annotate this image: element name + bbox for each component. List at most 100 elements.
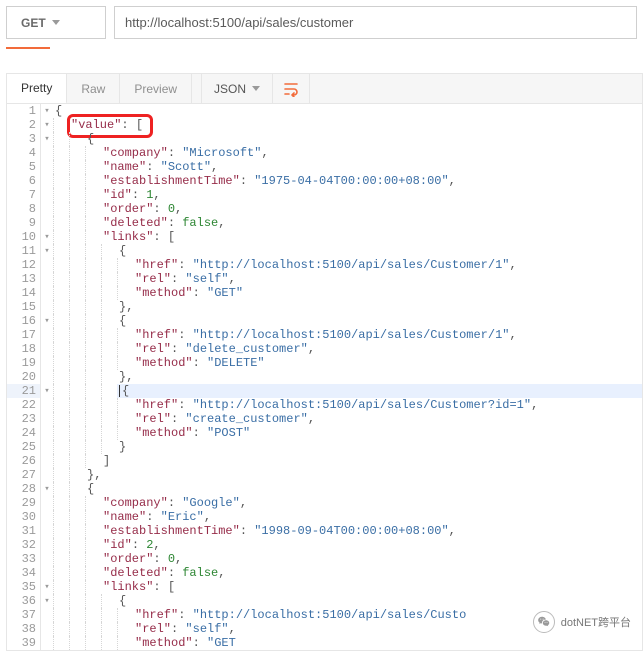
line-number: 6	[7, 174, 41, 188]
body-format-select[interactable]: JSON	[202, 74, 273, 103]
line-number: 29	[7, 496, 41, 510]
code-line[interactable]: 25}	[7, 440, 642, 454]
wrap-lines-button[interactable]	[273, 74, 310, 103]
fold-toggle-icon[interactable]: ▾	[41, 384, 53, 398]
code-line[interactable]: 39"method": "GET	[7, 636, 642, 650]
code-line[interactable]: 38"rel": "self",	[7, 622, 642, 636]
code-line[interactable]: 3▾{	[7, 132, 642, 146]
fold-toggle-icon[interactable]: ▾	[41, 230, 53, 244]
code-line[interactable]: 7"id": 1,	[7, 188, 642, 202]
fold-toggle-icon	[41, 510, 53, 524]
code-line[interactable]: 36▾{	[7, 594, 642, 608]
indent-guides	[53, 552, 101, 566]
tab-preview[interactable]: Preview	[120, 74, 192, 103]
code-line[interactable]: 30"name": "Eric",	[7, 510, 642, 524]
code-line[interactable]: 2▾"value": [	[7, 118, 642, 132]
fold-toggle-icon	[41, 426, 53, 440]
code-line[interactable]: 28▾{	[7, 482, 642, 496]
code-line[interactable]: 17"href": "http://localhost:5100/api/sal…	[7, 328, 642, 342]
fold-toggle-icon[interactable]: ▾	[41, 118, 53, 132]
fold-toggle-icon	[41, 622, 53, 636]
http-method-select[interactable]: GET	[6, 6, 106, 39]
fold-toggle-icon[interactable]: ▾	[41, 104, 53, 118]
line-number: 9	[7, 216, 41, 230]
indent-guides	[53, 384, 117, 398]
indent-guides	[53, 300, 117, 314]
code-content: }	[117, 440, 642, 454]
line-number: 32	[7, 538, 41, 552]
indent-guides	[53, 608, 133, 622]
fold-toggle-icon	[41, 342, 53, 356]
active-tab-indicator	[6, 47, 50, 49]
code-line[interactable]: 16▾{	[7, 314, 642, 328]
code-content: "order": 0,	[101, 552, 642, 566]
fold-toggle-icon	[41, 524, 53, 538]
line-number: 1	[7, 104, 41, 118]
response-body-editor[interactable]: 1▾{2▾"value": [3▾{4"company": "Microsoft…	[6, 103, 643, 651]
fold-toggle-icon	[41, 468, 53, 482]
code-line[interactable]: 27},	[7, 468, 642, 482]
indent-guides	[53, 510, 101, 524]
indent-guides	[53, 230, 101, 244]
code-line[interactable]: 11▾{	[7, 244, 642, 258]
code-line[interactable]: 4"company": "Microsoft",	[7, 146, 642, 160]
code-line[interactable]: 18"rel": "delete_customer",	[7, 342, 642, 356]
fold-toggle-icon[interactable]: ▾	[41, 132, 53, 146]
line-number: 15	[7, 300, 41, 314]
code-line[interactable]: 37"href": "http://localhost:5100/api/sal…	[7, 608, 642, 622]
line-number: 24	[7, 426, 41, 440]
code-line[interactable]: 19"method": "DELETE"	[7, 356, 642, 370]
line-number: 10	[7, 230, 41, 244]
line-number: 35	[7, 580, 41, 594]
code-content: "name": "Eric",	[101, 510, 642, 524]
code-line[interactable]: 29"company": "Google",	[7, 496, 642, 510]
code-line[interactable]: 5"name": "Scott",	[7, 160, 642, 174]
fold-toggle-icon	[41, 608, 53, 622]
indent-guides	[53, 342, 133, 356]
code-line[interactable]: 31"establishmentTime": "1998-09-04T00:00…	[7, 524, 642, 538]
code-line[interactable]: 14"method": "GET"	[7, 286, 642, 300]
code-line[interactable]: 9"deleted": false,	[7, 216, 642, 230]
indent-guides	[53, 174, 101, 188]
code-line[interactable]: 15},	[7, 300, 642, 314]
indent-guides	[53, 370, 117, 384]
fold-toggle-icon[interactable]: ▾	[41, 314, 53, 328]
fold-toggle-icon	[41, 496, 53, 510]
code-line[interactable]: 21▾{	[7, 384, 642, 398]
fold-toggle-icon	[41, 272, 53, 286]
tab-pretty[interactable]: Pretty	[7, 74, 67, 104]
code-line[interactable]: 12"href": "http://localhost:5100/api/sal…	[7, 258, 642, 272]
line-number: 3	[7, 132, 41, 146]
fold-toggle-icon[interactable]: ▾	[41, 482, 53, 496]
code-line[interactable]: 22"href": "http://localhost:5100/api/sal…	[7, 398, 642, 412]
code-content: "rel": "delete_customer",	[133, 342, 642, 356]
fold-toggle-icon[interactable]: ▾	[41, 244, 53, 258]
code-line[interactable]: 33"order": 0,	[7, 552, 642, 566]
code-line[interactable]: 6"establishmentTime": "1975-04-04T00:00:…	[7, 174, 642, 188]
code-line[interactable]: 10▾"links": [	[7, 230, 642, 244]
indent-guides	[53, 146, 101, 160]
code-line[interactable]: 34"deleted": false,	[7, 566, 642, 580]
code-line[interactable]: 32"id": 2,	[7, 538, 642, 552]
tab-raw[interactable]: Raw	[67, 74, 120, 103]
code-content: "company": "Microsoft",	[101, 146, 642, 160]
fold-toggle-icon[interactable]: ▾	[41, 580, 53, 594]
code-line[interactable]: 26]	[7, 454, 642, 468]
fold-toggle-icon[interactable]: ▾	[41, 594, 53, 608]
url-input[interactable]	[114, 6, 637, 39]
code-line[interactable]: 1▾{	[7, 104, 642, 118]
code-line[interactable]: 35▾"links": [	[7, 580, 642, 594]
code-content: "value": [	[69, 118, 642, 132]
code-content: "rel": "self",	[133, 272, 642, 286]
code-content: },	[85, 468, 642, 482]
indent-guides	[53, 622, 133, 636]
code-line[interactable]: 13"rel": "self",	[7, 272, 642, 286]
code-content: ]	[101, 454, 642, 468]
code-line[interactable]: 23"rel": "create_customer",	[7, 412, 642, 426]
indent-guides	[53, 426, 133, 440]
code-line[interactable]: 20},	[7, 370, 642, 384]
code-line[interactable]: 24"method": "POST"	[7, 426, 642, 440]
text-cursor	[119, 385, 120, 397]
code-line[interactable]: 8"order": 0,	[7, 202, 642, 216]
indent-guides	[53, 594, 117, 608]
